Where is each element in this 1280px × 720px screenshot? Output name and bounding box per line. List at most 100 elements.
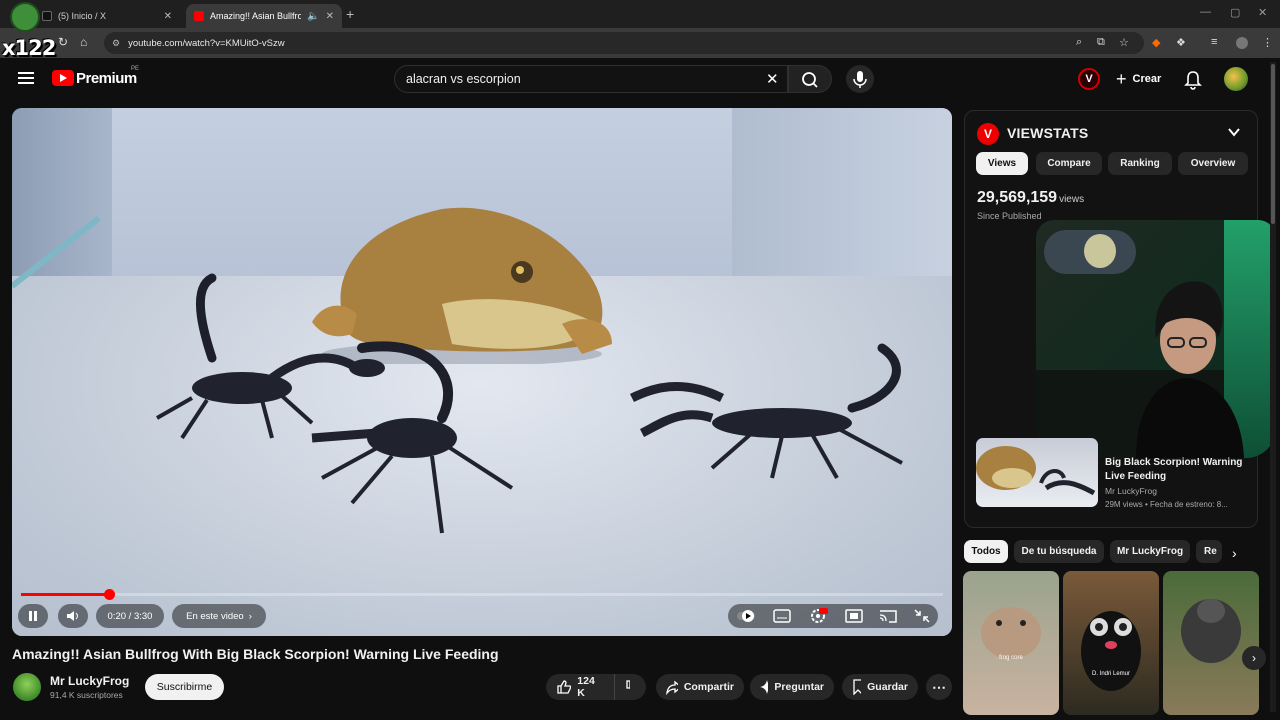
chip-related[interactable]: Re xyxy=(1196,540,1222,563)
tab-views[interactable]: Views xyxy=(976,152,1028,175)
url-field[interactable]: ⚙ youtube.com/watch?v=KMUitO-vSzw xyxy=(104,32,1144,54)
profile-icon[interactable] xyxy=(1236,37,1248,49)
chevron-down-icon[interactable] xyxy=(1227,125,1241,139)
shorts-next-button[interactable]: › xyxy=(1242,646,1266,670)
recommended-video-title[interactable]: Big Black Scorpion! Warning Live Feeding xyxy=(1105,456,1245,484)
volume-button[interactable] xyxy=(58,604,88,628)
close-tab-icon[interactable]: ✕ xyxy=(326,11,334,22)
short-thumbnail[interactable] xyxy=(1163,571,1259,715)
views-since: Since Published xyxy=(977,211,1042,221)
chevron-right-icon: › xyxy=(248,610,252,622)
reload-icon[interactable]: ↻ xyxy=(58,35,68,49)
install-icon[interactable]: ⧉ xyxy=(1097,36,1105,49)
chip-mr-luckyfrog[interactable]: Mr LuckyFrog xyxy=(1110,540,1190,563)
save-button[interactable]: Guardar xyxy=(842,674,918,700)
more-dots-icon: ⋯ xyxy=(932,678,946,695)
subscribe-button[interactable]: Suscribirme xyxy=(145,674,224,700)
save-label: Guardar xyxy=(867,681,908,693)
short-thumbnail[interactable]: D. Indri Lemur xyxy=(1063,571,1159,715)
channel-name[interactable]: Mr LuckyFrog xyxy=(50,674,129,688)
chip-de-tu-busqueda[interactable]: De tu búsqueda xyxy=(1014,540,1104,563)
pause-button[interactable] xyxy=(18,604,48,628)
chevron-right-icon: › xyxy=(1252,651,1256,665)
site-info-icon[interactable]: ⚙ xyxy=(112,38,120,49)
ask-label: Preguntar xyxy=(774,681,824,693)
time-display: 0:20 / 3:30 xyxy=(96,604,164,628)
scorpion-middle-image xyxy=(311,341,514,534)
browser-tab-bar: (5) Inicio / X ✕ Amazing!! Asian Bullfro… xyxy=(0,0,1280,28)
account-avatar[interactable] xyxy=(1224,67,1248,91)
youtube-premium-wordmark[interactable]: Premium xyxy=(76,70,137,87)
bookmark-star-icon[interactable]: ☆ xyxy=(1119,36,1129,49)
voice-search-button[interactable] xyxy=(846,65,874,93)
progress-scrubber[interactable] xyxy=(103,589,115,600)
hamburger-menu-icon[interactable] xyxy=(18,72,34,84)
search-icon xyxy=(802,72,818,88)
viewstats-extension-icon[interactable]: V xyxy=(1078,68,1100,90)
like-count: 124 K xyxy=(577,675,595,699)
streamer-person-image xyxy=(1136,281,1244,458)
home-icon[interactable]: ⌂ xyxy=(80,35,87,49)
youtube-logo-icon[interactable] xyxy=(52,70,74,86)
create-button[interactable]: + Crear xyxy=(1108,65,1172,93)
autoplay-toggle-icon[interactable] xyxy=(736,607,756,625)
create-label: Crear xyxy=(1132,73,1162,85)
progress-bar[interactable] xyxy=(21,589,943,600)
chapter-label: En este video xyxy=(186,610,244,622)
settings-gear-icon[interactable] xyxy=(808,607,828,625)
browser-tab-active[interactable]: Amazing!! Asian Bullfrog W 🔈 ✕ xyxy=(186,4,342,28)
search-query: alacran vs escorpion xyxy=(406,72,521,86)
close-window-icon[interactable]: ✕ xyxy=(1258,6,1267,19)
chevron-right-icon[interactable]: › xyxy=(1232,545,1237,561)
video-player[interactable]: 0:20 / 3:30 En este video › xyxy=(12,108,952,636)
dislike-button[interactable] xyxy=(614,674,646,700)
volume-icon xyxy=(67,611,78,621)
scrollbar-thumb[interactable] xyxy=(1271,64,1275,224)
more-actions-button[interactable]: ⋯ xyxy=(926,674,952,700)
thumbs-up-icon xyxy=(557,680,572,694)
tab-ranking[interactable]: Ranking xyxy=(1108,152,1172,175)
like-button[interactable]: 124 K xyxy=(546,674,614,700)
recommended-video-thumbnail[interactable] xyxy=(976,438,1098,507)
new-tab-icon[interactable]: + xyxy=(346,6,354,22)
frog-thumbnail-image xyxy=(976,446,1096,496)
youtube-icon xyxy=(194,11,204,21)
recommended-video-channel[interactable]: Mr LuckyFrog xyxy=(1105,486,1157,496)
viewstats-logo-icon: V xyxy=(977,123,999,145)
maximize-icon[interactable]: ▢ xyxy=(1230,6,1240,19)
channel-avatar[interactable] xyxy=(12,672,42,702)
bookmark-icon xyxy=(853,679,862,695)
miniplayer-icon[interactable] xyxy=(844,607,864,625)
subtitles-icon[interactable] xyxy=(772,607,792,625)
speaker-icon[interactable]: 🔈 xyxy=(307,11,319,22)
short-caption: frog core xyxy=(999,655,1023,661)
zoom-icon[interactable]: ⌕ xyxy=(1076,36,1082,49)
media-control-icon[interactable]: ≡ xyxy=(1211,36,1217,48)
short-thumbnail[interactable]: frog core xyxy=(963,571,1059,715)
viewstats-title: VIEWSTATS xyxy=(1007,125,1089,141)
tab-compare[interactable]: Compare xyxy=(1036,152,1102,175)
clear-search-icon[interactable]: ✕ xyxy=(766,70,779,88)
player-right-controls xyxy=(728,604,938,628)
tab-overview[interactable]: Overview xyxy=(1178,152,1248,175)
recommended-video-meta: 29M views • Fecha de estreno: 8... xyxy=(1105,500,1228,509)
scorpion-right-image xyxy=(629,343,903,479)
chapter-button[interactable]: En este video › xyxy=(172,604,266,628)
search-button[interactable] xyxy=(788,65,832,93)
sparkle-icon xyxy=(760,680,769,694)
pause-icon xyxy=(29,611,37,621)
cast-icon[interactable] xyxy=(878,607,898,625)
minimize-icon[interactable]: — xyxy=(1200,6,1211,18)
gorilla-short-image xyxy=(1181,599,1241,663)
chip-todos[interactable]: Todos xyxy=(964,540,1008,563)
tab-title: Amazing!! Asian Bullfrog W xyxy=(210,11,302,21)
extension-fox-icon[interactable]: ◆ xyxy=(1152,36,1160,49)
share-button[interactable]: Compartir xyxy=(656,674,744,700)
close-tab-icon[interactable]: ✕ xyxy=(164,11,172,22)
browser-menu-icon[interactable]: ⋮ xyxy=(1262,36,1273,49)
notifications-bell-icon[interactable] xyxy=(1184,70,1202,90)
fullscreen-exit-icon[interactable] xyxy=(912,607,932,625)
search-input[interactable]: alacran vs escorpion xyxy=(394,65,788,93)
extensions-puzzle-icon[interactable]: ❖ xyxy=(1176,36,1186,49)
ask-button[interactable]: Preguntar xyxy=(750,674,834,700)
